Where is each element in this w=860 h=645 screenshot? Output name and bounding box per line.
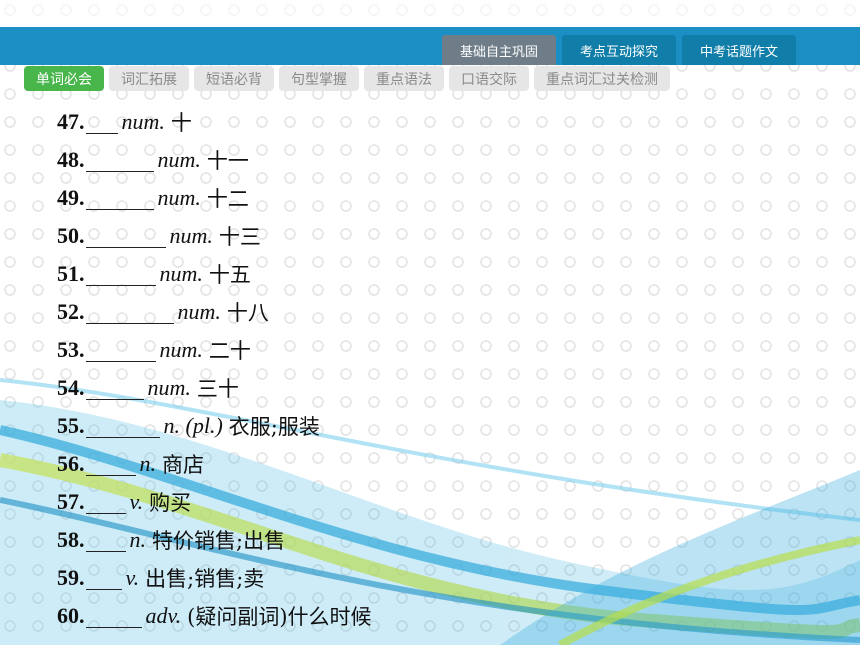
meaning: 特价销售;出售 bbox=[152, 529, 286, 553]
answer-blank[interactable] bbox=[85, 225, 166, 248]
answer-blank[interactable] bbox=[85, 149, 154, 172]
subtab-oral-communication[interactable]: 口语交际 bbox=[449, 66, 529, 91]
item-number: 60. bbox=[57, 603, 85, 628]
top-tabs: 基础自主巩固 考点互动探究 中考话题作文 bbox=[441, 35, 796, 65]
item-number: 52. bbox=[57, 299, 85, 324]
word-list: 47. num. 十 48. num. 十一 49. num. 十二 50. num. 十三 5… bbox=[57, 103, 372, 635]
part-of-speech: n. bbox=[139, 451, 157, 476]
list-item: 58. n. 特价销售;出售 bbox=[57, 521, 372, 559]
subtab-vocab-test[interactable]: 重点词汇过关检测 bbox=[534, 66, 670, 91]
answer-blank[interactable] bbox=[85, 453, 136, 476]
answer-blank[interactable] bbox=[85, 529, 126, 552]
subtab-sentence-patterns[interactable]: 句型掌握 bbox=[279, 66, 359, 91]
item-number: 54. bbox=[57, 375, 85, 400]
sub-tabs: 单词必会 词汇拓展 短语必背 句型掌握 重点语法 口语交际 重点词汇过关检测 bbox=[24, 66, 670, 91]
meaning: 出售;销售;卖 bbox=[145, 567, 265, 591]
item-number: 48. bbox=[57, 147, 85, 172]
meaning: 购买 bbox=[149, 491, 192, 515]
list-item: 56. n. 商店 bbox=[57, 445, 372, 483]
answer-blank[interactable] bbox=[85, 339, 156, 362]
item-number: 58. bbox=[57, 527, 85, 552]
item-number: 47. bbox=[57, 109, 85, 134]
subtab-vocab-expansion[interactable]: 词汇拓展 bbox=[109, 66, 189, 91]
meaning: 十五 bbox=[208, 263, 251, 287]
item-number: 59. bbox=[57, 565, 85, 590]
meaning: (疑问副词)什么时候 bbox=[187, 605, 372, 629]
item-number: 53. bbox=[57, 337, 85, 362]
subtab-key-grammar[interactable]: 重点语法 bbox=[364, 66, 444, 91]
answer-blank[interactable] bbox=[85, 301, 174, 324]
item-number: 55. bbox=[57, 413, 85, 438]
list-item: 59. v. 出售;销售;卖 bbox=[57, 559, 372, 597]
subtab-must-know-words[interactable]: 单词必会 bbox=[24, 66, 104, 91]
item-number: 56. bbox=[57, 451, 85, 476]
part-of-speech: n. (pl.) bbox=[163, 413, 223, 438]
meaning: 十八 bbox=[226, 301, 269, 325]
meaning: 三十 bbox=[196, 377, 239, 401]
answer-blank[interactable] bbox=[85, 567, 122, 590]
meaning: 十一 bbox=[206, 149, 249, 173]
meaning: 十 bbox=[170, 111, 192, 135]
list-item: 47. num. 十 bbox=[57, 103, 372, 141]
part-of-speech: adv. bbox=[145, 603, 182, 628]
part-of-speech: num. bbox=[121, 109, 165, 134]
list-item: 48. num. 十一 bbox=[57, 141, 372, 179]
part-of-speech: num. bbox=[147, 375, 191, 400]
answer-blank[interactable] bbox=[85, 377, 144, 400]
tab-topic-writing[interactable]: 中考话题作文 bbox=[681, 35, 796, 65]
list-item: 55. n. (pl.) 衣服;服装 bbox=[57, 407, 372, 445]
answer-blank[interactable] bbox=[85, 111, 118, 134]
meaning: 衣服;服装 bbox=[228, 415, 320, 439]
part-of-speech: num. bbox=[177, 299, 221, 324]
answer-blank[interactable] bbox=[85, 605, 142, 628]
part-of-speech: num. bbox=[157, 185, 201, 210]
answer-blank[interactable] bbox=[85, 263, 156, 286]
item-number: 51. bbox=[57, 261, 85, 286]
answer-blank[interactable] bbox=[85, 415, 160, 438]
list-item: 52. num. 十八 bbox=[57, 293, 372, 331]
part-of-speech: v. bbox=[129, 489, 144, 514]
part-of-speech: num. bbox=[169, 223, 213, 248]
answer-blank[interactable] bbox=[85, 491, 126, 514]
part-of-speech: num. bbox=[159, 337, 203, 362]
part-of-speech: v. bbox=[125, 565, 140, 590]
tab-basic-review[interactable]: 基础自主巩固 bbox=[441, 35, 556, 65]
answer-blank[interactable] bbox=[85, 187, 154, 210]
meaning: 商店 bbox=[162, 453, 204, 477]
item-number: 50. bbox=[57, 223, 85, 248]
list-item: 60. adv. (疑问副词)什么时候 bbox=[57, 597, 372, 635]
part-of-speech: num. bbox=[159, 261, 203, 286]
part-of-speech: n. bbox=[129, 527, 147, 552]
meaning: 十二 bbox=[206, 187, 249, 211]
part-of-speech: num. bbox=[157, 147, 201, 172]
meaning: 二十 bbox=[208, 339, 251, 363]
item-number: 57. bbox=[57, 489, 85, 514]
list-item: 49. num. 十二 bbox=[57, 179, 372, 217]
list-item: 53. num. 二十 bbox=[57, 331, 372, 369]
item-number: 49. bbox=[57, 185, 85, 210]
meaning: 十三 bbox=[218, 225, 261, 249]
tab-key-points[interactable]: 考点互动探究 bbox=[561, 35, 676, 65]
subtab-phrases[interactable]: 短语必背 bbox=[194, 66, 274, 91]
list-item: 50. num. 十三 bbox=[57, 217, 372, 255]
list-item: 54. num. 三十 bbox=[57, 369, 372, 407]
list-item: 57. v. 购买 bbox=[57, 483, 372, 521]
list-item: 51. num. 十五 bbox=[57, 255, 372, 293]
